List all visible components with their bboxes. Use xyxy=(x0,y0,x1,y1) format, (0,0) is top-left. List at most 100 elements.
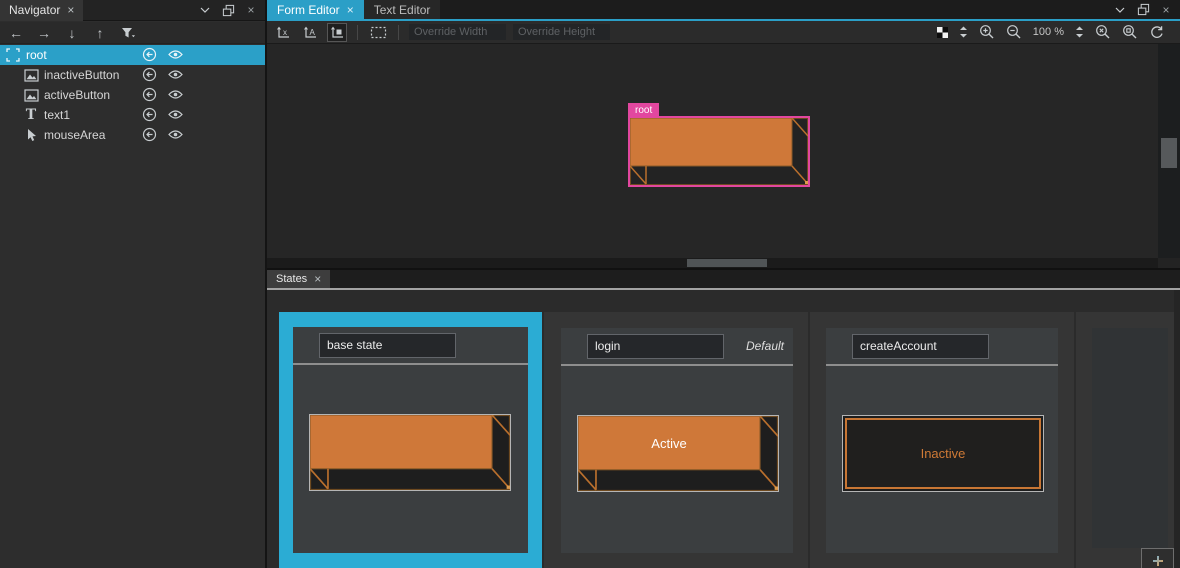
toolbar-separator xyxy=(398,25,399,40)
navigator-item-inactivebutton[interactable]: inactiveButton xyxy=(0,65,265,85)
form-editor-toolbar: x A xyxy=(267,21,1180,44)
chevron-down-icon[interactable] xyxy=(1113,3,1127,17)
navigator-title: Navigator xyxy=(9,3,60,17)
editor-pane: Form Editor × Text Editor × x xyxy=(267,0,1180,568)
inactive-button-graphic: Inactive xyxy=(845,418,1041,489)
state-preview-base[interactable] xyxy=(309,414,511,491)
navigator-titlebar: Navigator × × xyxy=(0,0,265,21)
zoom-selection-icon[interactable] xyxy=(1122,24,1138,40)
snapping-anchors-icon[interactable]: A xyxy=(300,23,320,42)
filter-icon[interactable] xyxy=(120,27,136,39)
scrollbar-thumb[interactable] xyxy=(1161,138,1177,168)
visibility-eye-icon[interactable] xyxy=(168,109,183,120)
form-editor-canvas[interactable]: root xyxy=(267,44,1158,258)
override-height-input[interactable] xyxy=(513,24,610,40)
navigator-item-label: mouseArea xyxy=(44,128,105,142)
float-window-icon[interactable] xyxy=(221,3,235,17)
default-state-badge: Default xyxy=(746,339,784,353)
state-preview-login[interactable]: Active xyxy=(577,415,779,492)
reset-view-icon[interactable] xyxy=(1149,25,1164,40)
navigator-item-activebutton[interactable]: activeButton xyxy=(0,85,265,105)
canvas-root-item[interactable]: root xyxy=(630,118,808,185)
state-name-input[interactable] xyxy=(587,334,724,359)
move-down-icon[interactable]: ↓ xyxy=(64,26,80,40)
state-card-header: Default xyxy=(561,328,793,366)
visibility-eye-icon[interactable] xyxy=(168,69,183,80)
zoom-all-icon[interactable] xyxy=(1095,24,1111,40)
export-alias-icon[interactable] xyxy=(142,107,157,122)
text-item-icon: T xyxy=(22,108,40,122)
state-card-header xyxy=(826,328,1058,366)
float-window-icon[interactable] xyxy=(1136,3,1150,17)
navigator-item-root[interactable]: root xyxy=(0,45,265,65)
export-alias-icon[interactable] xyxy=(142,47,157,62)
add-state-button[interactable] xyxy=(1141,548,1174,568)
override-width-input[interactable] xyxy=(409,24,506,40)
move-forwards-icon[interactable]: → xyxy=(36,26,52,40)
export-alias-icon[interactable] xyxy=(142,87,157,102)
close-icon[interactable]: × xyxy=(67,3,74,17)
button-3d-graphic xyxy=(630,118,808,185)
visibility-eye-icon[interactable] xyxy=(168,49,183,60)
state-column-base[interactable] xyxy=(279,312,542,568)
state-column-login[interactable]: Default Active xyxy=(544,312,808,568)
empty-state-slot xyxy=(1092,328,1168,548)
move-up-icon[interactable]: ↑ xyxy=(92,26,108,40)
chevron-down-icon[interactable] xyxy=(198,3,212,17)
tab-text-editor[interactable]: Text Editor xyxy=(364,0,441,19)
navigator-item-text1[interactable]: T text1 xyxy=(0,105,265,125)
navigator-item-label: inactiveButton xyxy=(44,68,119,82)
navigator-item-mousearea[interactable]: mouseArea xyxy=(0,125,265,145)
canvas-color-icon[interactable] xyxy=(937,27,948,38)
state-card-createaccount[interactable]: Inactive xyxy=(826,328,1058,553)
canvas-color-stepper-icon[interactable] xyxy=(959,25,968,39)
state-card-base[interactable] xyxy=(293,327,528,553)
export-alias-icon[interactable] xyxy=(142,67,157,82)
tab-navigator[interactable]: Navigator × xyxy=(0,0,83,21)
plus-icon xyxy=(1151,554,1165,568)
canvas-horizontal-scrollbar[interactable] xyxy=(267,258,1158,268)
selection-label: root xyxy=(628,103,659,118)
navigator-item-label: text1 xyxy=(44,108,70,122)
state-preview-createaccount[interactable]: Inactive xyxy=(842,415,1044,492)
canvas-vertical-scrollbar[interactable] xyxy=(1158,44,1180,258)
visibility-eye-icon[interactable] xyxy=(168,129,183,140)
active-button-text: Active xyxy=(578,416,760,470)
inactive-button-text: Inactive xyxy=(921,446,966,461)
navigator-toolbar: ← → ↓ ↑ xyxy=(0,22,265,44)
tab-label: Text Editor xyxy=(374,3,431,17)
image-item-icon xyxy=(22,89,40,102)
state-name-input[interactable] xyxy=(852,334,989,359)
svg-text:x: x xyxy=(283,28,287,37)
qt-design-studio-window: Navigator × × ← → ↓ ↑ xyxy=(0,0,1180,568)
zoom-in-icon[interactable] xyxy=(979,24,995,40)
close-icon[interactable]: × xyxy=(1159,3,1173,17)
close-icon[interactable]: × xyxy=(244,3,258,17)
no-snapping-icon[interactable]: x xyxy=(273,23,293,42)
close-icon[interactable]: × xyxy=(347,3,354,17)
tab-states[interactable]: States × xyxy=(267,270,330,288)
zoom-out-icon[interactable] xyxy=(1006,24,1022,40)
image-item-icon xyxy=(22,69,40,82)
visibility-eye-icon[interactable] xyxy=(168,89,183,100)
navigator-titlebar-icons: × xyxy=(198,3,265,17)
zoom-level-stepper-icon[interactable] xyxy=(1075,25,1084,39)
navigator-item-label: activeButton xyxy=(44,88,110,102)
state-name-input[interactable] xyxy=(319,333,456,358)
rectangle-item-icon xyxy=(4,48,22,62)
scrollbar-corner xyxy=(1158,258,1180,268)
snapping-icon[interactable] xyxy=(327,23,347,42)
button-3d-graphic xyxy=(310,415,510,490)
close-icon[interactable]: × xyxy=(314,272,321,286)
editor-titlebar-icons: × xyxy=(1113,0,1180,19)
scrollbar-thumb[interactable] xyxy=(687,259,767,267)
cursor-item-icon xyxy=(22,128,40,142)
show-bounding-rects-icon[interactable] xyxy=(368,23,388,42)
tab-label: States xyxy=(276,273,307,285)
state-column-createaccount[interactable]: Inactive xyxy=(810,312,1074,568)
state-card-login[interactable]: Default Active xyxy=(561,328,793,553)
export-alias-icon[interactable] xyxy=(142,127,157,142)
tab-form-editor[interactable]: Form Editor × xyxy=(267,0,364,19)
states-scroll-strip xyxy=(1174,290,1180,568)
move-backwards-icon[interactable]: ← xyxy=(8,26,24,40)
